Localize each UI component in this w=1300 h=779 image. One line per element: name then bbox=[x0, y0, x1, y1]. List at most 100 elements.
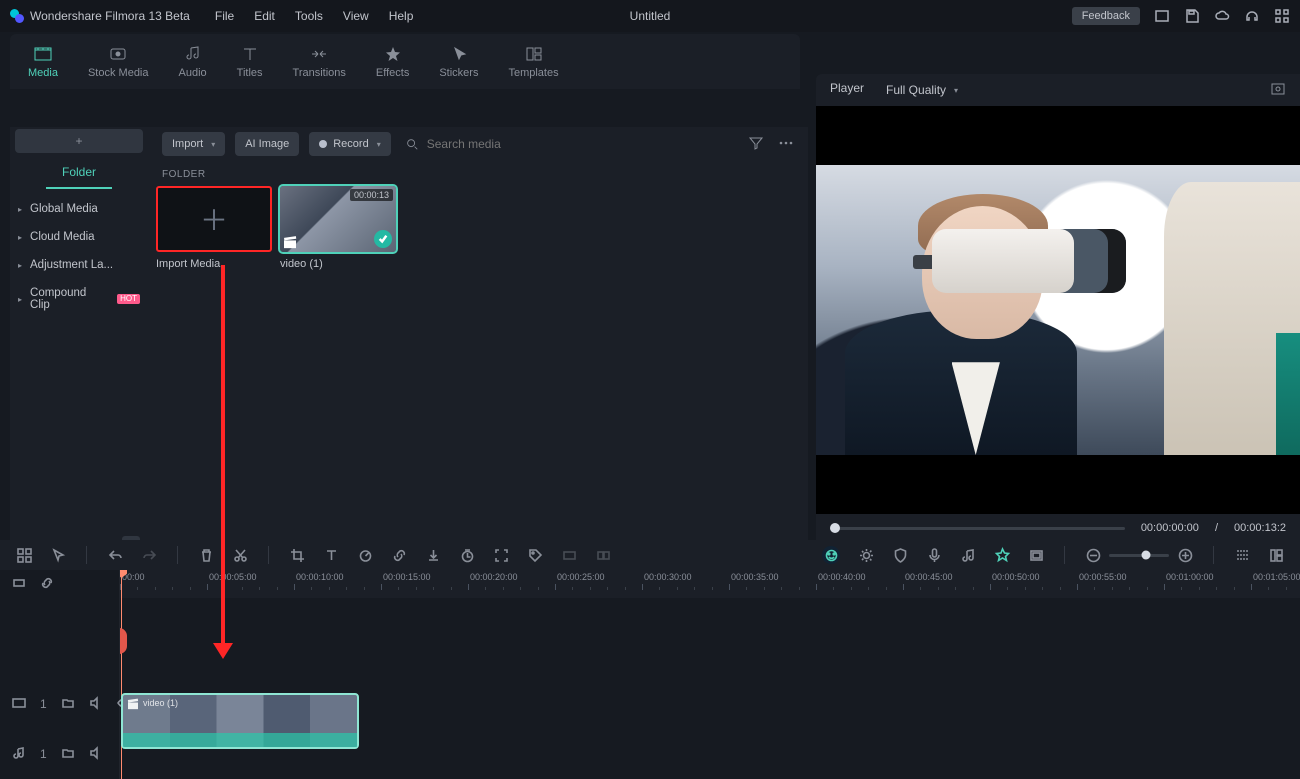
timeline: 1 1 00:0000:00:05:0000:00:10:0000:00:15:… bbox=[0, 570, 1300, 779]
preview-canvas[interactable] bbox=[816, 106, 1300, 514]
group-icon[interactable] bbox=[595, 547, 611, 563]
ruler-label: 00:00:45:00 bbox=[905, 572, 953, 582]
ruler-label: 00:00:10:00 bbox=[296, 572, 344, 582]
search-media[interactable] bbox=[405, 136, 625, 152]
window-icon[interactable] bbox=[1154, 8, 1170, 24]
music-tool-icon[interactable] bbox=[960, 547, 976, 563]
menu-tools[interactable]: Tools bbox=[295, 9, 323, 23]
clip-icon[interactable] bbox=[561, 547, 577, 563]
tag-icon[interactable] bbox=[527, 547, 543, 563]
add-folder-button[interactable]: + bbox=[15, 129, 143, 153]
crop-icon[interactable] bbox=[289, 547, 305, 563]
import-media-tile[interactable]: ＋ Import Media bbox=[156, 186, 272, 270]
redo-icon[interactable] bbox=[141, 547, 157, 563]
text-tool-icon[interactable] bbox=[323, 547, 339, 563]
folder-sm-icon[interactable] bbox=[61, 746, 75, 763]
timer-icon[interactable] bbox=[459, 547, 475, 563]
time-duration: 00:00:13:2 bbox=[1234, 522, 1286, 534]
cloud-icon[interactable] bbox=[1214, 8, 1230, 24]
sidebar-item-adjustment[interactable]: ▸Adjustment La... bbox=[10, 251, 148, 279]
delete-icon[interactable] bbox=[198, 547, 214, 563]
time-separator: / bbox=[1215, 522, 1218, 534]
folder-tab[interactable]: Folder bbox=[46, 161, 112, 189]
mute-icon[interactable] bbox=[89, 696, 103, 713]
ruler-label: 00:00:15:00 bbox=[383, 572, 431, 582]
shield-icon[interactable] bbox=[892, 547, 908, 563]
zoom-control[interactable] bbox=[1085, 547, 1193, 563]
fit-icon[interactable] bbox=[493, 547, 509, 563]
record-dropdown[interactable]: Record▾ bbox=[309, 132, 390, 156]
track-headers: 1 1 bbox=[0, 570, 120, 779]
link-icon[interactable] bbox=[391, 547, 407, 563]
ai-image-button[interactable]: AI Image bbox=[235, 132, 299, 156]
import-dropdown[interactable]: Import▾ bbox=[162, 132, 225, 156]
sidebar-item-cloud[interactable]: ▸Cloud Media bbox=[10, 223, 148, 251]
media-clip-tile[interactable]: 00:00:13 video (1) bbox=[280, 186, 396, 270]
clip-slate-icon bbox=[127, 699, 139, 713]
video-track-icon bbox=[12, 696, 26, 713]
menu-edit[interactable]: Edit bbox=[254, 9, 275, 23]
player-tab[interactable]: Player bbox=[830, 81, 864, 99]
ruler-label: 00:01:00:00 bbox=[1166, 572, 1214, 582]
timeline-tracks[interactable]: 00:0000:00:05:0000:00:10:0000:00:15:0000… bbox=[120, 570, 1300, 779]
undo-icon[interactable] bbox=[107, 547, 123, 563]
pointer-icon[interactable] bbox=[50, 547, 66, 563]
cut-icon[interactable] bbox=[232, 547, 248, 563]
video-track-id: 1 bbox=[40, 697, 47, 711]
ruler-label: 00:00:25:00 bbox=[557, 572, 605, 582]
menu-view[interactable]: View bbox=[343, 9, 369, 23]
search-input[interactable] bbox=[425, 136, 625, 152]
enhance-icon[interactable] bbox=[858, 547, 874, 563]
smart-icon[interactable] bbox=[994, 547, 1010, 563]
quality-dropdown[interactable]: Full Quality▾ bbox=[886, 83, 958, 97]
menu-bar: File Edit Tools View Help bbox=[215, 9, 414, 23]
search-icon bbox=[405, 137, 419, 151]
save-icon[interactable] bbox=[1184, 8, 1200, 24]
layout-icon[interactable] bbox=[1234, 547, 1250, 563]
media-toolbar: Import▾ AI Image Record▾ bbox=[148, 127, 808, 161]
grid-icon[interactable] bbox=[16, 547, 32, 563]
zoom-in-icon[interactable] bbox=[1177, 547, 1193, 563]
mute-icon[interactable] bbox=[89, 746, 103, 763]
ruler-label: 00:00:20:00 bbox=[470, 572, 518, 582]
frame-icon[interactable] bbox=[1028, 547, 1044, 563]
headset-icon[interactable] bbox=[1244, 8, 1260, 24]
app-name: Wondershare Filmora 13 Beta bbox=[30, 9, 190, 23]
chevron-right-icon: ▸ bbox=[18, 295, 22, 304]
audio-track-header[interactable]: 1 bbox=[0, 729, 119, 779]
download-icon[interactable] bbox=[425, 547, 441, 563]
playback-slider[interactable] bbox=[830, 527, 1125, 530]
snap-icon[interactable] bbox=[12, 576, 26, 593]
preview-panel: Player Full Quality▾ 00:00:00:00 / 00:00… bbox=[816, 74, 1300, 570]
speed-icon[interactable] bbox=[357, 547, 373, 563]
feedback-button[interactable]: Feedback bbox=[1072, 7, 1140, 25]
ai-spark-icon[interactable] bbox=[822, 546, 840, 564]
menu-file[interactable]: File bbox=[215, 9, 234, 23]
media-sidebar: + Folder ▸Global Media ▸Cloud Media ▸Adj… bbox=[10, 127, 148, 562]
zoom-slider[interactable] bbox=[1109, 554, 1169, 557]
filter-icon[interactable] bbox=[748, 135, 764, 154]
more-icon[interactable] bbox=[778, 135, 794, 154]
link2-icon[interactable] bbox=[40, 576, 54, 593]
menu-help[interactable]: Help bbox=[389, 9, 414, 23]
ruler-label: 00:00:50:00 bbox=[992, 572, 1040, 582]
apps-icon[interactable] bbox=[1274, 8, 1290, 24]
duration-badge: 00:00:13 bbox=[350, 189, 393, 201]
folder-sm-icon[interactable] bbox=[61, 696, 75, 713]
video-track-header[interactable]: 1 bbox=[0, 679, 119, 729]
sidebar-item-compound[interactable]: ▸Compound ClipHOT bbox=[10, 279, 148, 319]
video-clip[interactable]: video (1) bbox=[121, 693, 359, 749]
ruler-label: 00:00:30:00 bbox=[644, 572, 692, 582]
mic-icon[interactable] bbox=[926, 547, 942, 563]
sidebar-item-global[interactable]: ▸Global Media bbox=[10, 195, 148, 223]
timeline-ruler[interactable]: 00:0000:00:05:0000:00:10:0000:00:15:0000… bbox=[120, 570, 1300, 598]
snapshot-top-icon[interactable] bbox=[1270, 81, 1286, 100]
ruler-label: 00:00:55:00 bbox=[1079, 572, 1127, 582]
clip-name: video (1) bbox=[143, 698, 178, 708]
import-media-label: Import Media bbox=[156, 258, 272, 270]
folder-section-label: FOLDER bbox=[148, 161, 808, 186]
ruler-label: 00:01:05:00 bbox=[1253, 572, 1300, 582]
zoom-out-icon[interactable] bbox=[1085, 547, 1101, 563]
layout2-icon[interactable] bbox=[1268, 547, 1284, 563]
hot-badge: HOT bbox=[117, 294, 140, 304]
